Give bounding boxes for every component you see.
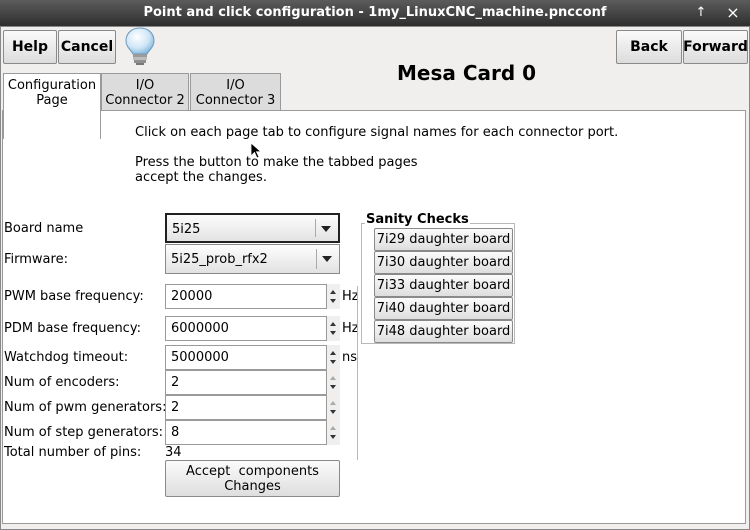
pdm-base-spinner[interactable]: 6000000 bbox=[165, 316, 340, 341]
pwm-base-stepper[interactable] bbox=[327, 284, 340, 309]
tab-connector2-line1: I/O bbox=[135, 78, 155, 93]
pwm-base-label: PWM base frequency: bbox=[4, 289, 144, 304]
forward-button-label: Forward bbox=[683, 39, 748, 55]
spin-up-icon[interactable] bbox=[330, 376, 336, 380]
close-icon[interactable]: × bbox=[724, 4, 742, 22]
pwm-generators-value: 2 bbox=[171, 400, 180, 415]
spin-down-icon[interactable] bbox=[330, 360, 336, 364]
cancel-button[interactable]: Cancel bbox=[58, 30, 116, 64]
sanity-checks-title: Sanity Checks bbox=[365, 212, 470, 227]
sanity-7i30-label: 7i30 daughter board bbox=[376, 255, 511, 270]
pwm-generators-label: Num of pwm generators: bbox=[4, 400, 167, 415]
encoders-spinner[interactable]: 2 bbox=[165, 370, 340, 395]
window-title: Point and click configuration - 1my_Linu… bbox=[143, 5, 607, 20]
spin-down-icon[interactable] bbox=[330, 435, 336, 439]
pwm-generators-input[interactable]: 2 bbox=[165, 395, 327, 420]
pwm-base-input[interactable]: 20000 bbox=[165, 284, 327, 309]
spin-down-icon[interactable] bbox=[330, 410, 336, 414]
encoders-stepper[interactable] bbox=[327, 370, 340, 395]
chevron-down-icon bbox=[321, 226, 331, 232]
accept-button-line1: Accept components bbox=[186, 463, 319, 479]
tab-connector2-line2: Connector 2 bbox=[105, 93, 185, 108]
total-pins-value: 34 bbox=[165, 445, 182, 460]
instruction-line-3: accept the changes. bbox=[135, 170, 267, 185]
firmware-select[interactable]: 5i25_prob_rfx2 bbox=[165, 244, 340, 274]
spin-up-icon[interactable] bbox=[330, 401, 336, 405]
combo-separator bbox=[316, 249, 317, 269]
accept-components-button[interactable]: Accept components Changes bbox=[165, 460, 340, 497]
back-button[interactable]: Back bbox=[616, 30, 682, 64]
page-heading: Mesa Card 0 bbox=[397, 61, 537, 85]
chevron-down-icon bbox=[322, 256, 332, 262]
spin-up-icon[interactable] bbox=[330, 426, 336, 430]
pwm-generators-spinner[interactable]: 2 bbox=[165, 395, 340, 420]
pdm-base-stepper[interactable] bbox=[327, 316, 340, 341]
sanity-7i48-label: 7i48 daughter board bbox=[376, 324, 511, 339]
encoders-value: 2 bbox=[171, 375, 180, 390]
sanity-7i40-button[interactable]: 7i40 daughter board bbox=[374, 297, 513, 320]
firmware-value: 5i25_prob_rfx2 bbox=[171, 252, 268, 267]
spin-down-icon[interactable] bbox=[330, 385, 336, 389]
title-bar: Point and click configuration - 1my_Linu… bbox=[0, 0, 750, 26]
combo-separator bbox=[315, 219, 316, 237]
board-name-value: 5i25 bbox=[172, 222, 201, 237]
spin-up-icon[interactable] bbox=[330, 351, 336, 355]
pdm-base-value: 6000000 bbox=[171, 321, 229, 336]
step-generators-label: Num of step generators: bbox=[4, 425, 164, 440]
watchdog-spinner[interactable]: 5000000 bbox=[165, 345, 340, 370]
board-name-label: Board name bbox=[4, 221, 84, 236]
sanity-7i29-button[interactable]: 7i29 daughter board bbox=[374, 228, 513, 251]
watchdog-label: Watchdog timeout: bbox=[4, 350, 129, 365]
help-button-label: Help bbox=[11, 39, 49, 55]
maximize-icon[interactable]: ↑ bbox=[692, 4, 710, 22]
sanity-7i29-label: 7i29 daughter board bbox=[376, 232, 511, 247]
back-button-label: Back bbox=[630, 39, 668, 55]
step-generators-value: 8 bbox=[171, 425, 180, 440]
total-pins-label: Total number of pins: bbox=[4, 445, 142, 460]
pdm-base-label: PDM base frequency: bbox=[4, 321, 141, 336]
spin-up-icon[interactable] bbox=[330, 290, 336, 294]
lightbulb-icon bbox=[125, 27, 155, 65]
instruction-line-2: Press the button to make the tabbed page… bbox=[135, 155, 418, 170]
spin-up-icon[interactable] bbox=[330, 322, 336, 326]
help-button[interactable]: Help bbox=[3, 30, 57, 64]
step-generators-stepper[interactable] bbox=[327, 420, 340, 445]
tab-configuration-line1: Configuration bbox=[7, 78, 97, 93]
spin-down-icon[interactable] bbox=[330, 331, 336, 335]
instruction-line-1: Click on each page tab to configure sign… bbox=[135, 125, 619, 140]
pwm-base-spinner[interactable]: 20000 bbox=[165, 284, 340, 309]
mouse-cursor-icon bbox=[250, 142, 262, 159]
vertical-divider bbox=[357, 286, 358, 460]
tab-configuration-page[interactable]: Configuration Page bbox=[3, 73, 101, 139]
cancel-button-label: Cancel bbox=[60, 39, 114, 55]
tab-connector3-line2: Connector 3 bbox=[195, 93, 276, 108]
step-generators-input[interactable]: 8 bbox=[165, 420, 327, 445]
forward-button[interactable]: Forward bbox=[683, 30, 748, 64]
firmware-label: Firmware: bbox=[4, 252, 68, 267]
sanity-7i33-label: 7i33 daughter board bbox=[376, 278, 511, 293]
tab-connector3-line1: I/O bbox=[226, 78, 245, 93]
accept-button-line2: Changes bbox=[224, 478, 281, 494]
sanity-7i30-button[interactable]: 7i30 daughter board bbox=[374, 251, 513, 274]
watchdog-input[interactable]: 5000000 bbox=[165, 345, 327, 370]
tab-io-connector-3[interactable]: I/O Connector 3 bbox=[190, 73, 281, 111]
encoders-label: Num of encoders: bbox=[4, 375, 120, 390]
sanity-7i33-button[interactable]: 7i33 daughter board bbox=[374, 274, 513, 297]
tab-io-connector-2[interactable]: I/O Connector 2 bbox=[101, 73, 189, 111]
pwm-base-value: 20000 bbox=[171, 289, 213, 304]
tab-configuration-line2: Page bbox=[36, 93, 68, 108]
watchdog-unit: ns bbox=[342, 350, 358, 365]
watchdog-stepper[interactable] bbox=[327, 345, 340, 370]
pdm-base-input[interactable]: 6000000 bbox=[165, 316, 327, 341]
sanity-7i48-button[interactable]: 7i48 daughter board bbox=[374, 320, 513, 343]
spin-down-icon[interactable] bbox=[330, 299, 336, 303]
sanity-7i40-label: 7i40 daughter board bbox=[376, 301, 511, 316]
watchdog-value: 5000000 bbox=[171, 350, 229, 365]
step-generators-spinner[interactable]: 8 bbox=[165, 420, 340, 445]
board-name-select[interactable]: 5i25 bbox=[165, 213, 340, 243]
pwm-generators-stepper[interactable] bbox=[327, 395, 340, 420]
encoders-input[interactable]: 2 bbox=[165, 370, 327, 395]
